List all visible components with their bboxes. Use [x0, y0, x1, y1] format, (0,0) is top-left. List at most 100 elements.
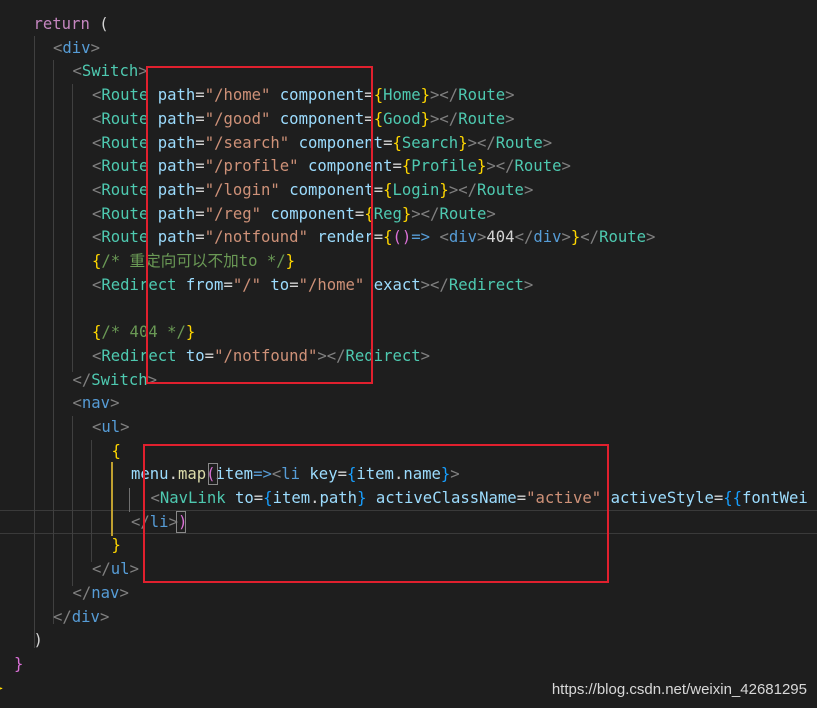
code-token: >	[542, 133, 553, 152]
code-token: }	[0, 679, 4, 697]
code-token: Route	[101, 180, 149, 199]
line-nav-close: </nav>	[73, 581, 129, 605]
code-token: =>	[411, 228, 431, 247]
indent-guide	[34, 36, 35, 648]
code-token: </	[514, 228, 534, 247]
code-token: ></	[486, 157, 515, 176]
line-switch-open: <Switch>	[73, 59, 148, 83]
code-token: <	[92, 180, 102, 199]
indent-guide	[72, 416, 73, 586]
code-token: >	[561, 157, 571, 176]
code-token: <	[92, 109, 102, 128]
code-token: (	[89, 15, 109, 33]
code-token: {	[92, 252, 102, 270]
code-token: </	[72, 583, 92, 602]
code-token: Route	[599, 228, 647, 247]
code-token: Profile	[411, 157, 477, 176]
code-token: >	[90, 38, 100, 57]
code-token: activeStyle	[610, 489, 714, 507]
code-token: Route	[101, 157, 149, 176]
code-token: </	[92, 560, 111, 579]
code-token: >	[523, 275, 534, 294]
code-token: div	[533, 228, 562, 247]
code-token: Search	[401, 133, 459, 152]
code-token: 404	[486, 228, 515, 247]
code-token: Reg	[373, 204, 402, 223]
code-token: Route	[458, 109, 506, 128]
code-token: >	[505, 86, 515, 105]
code-token: }	[439, 180, 449, 199]
line-brace-close: }	[112, 533, 121, 557]
code-token: <	[92, 275, 102, 294]
line-fn-brace-close: }	[14, 652, 23, 676]
code-token: ></	[448, 180, 477, 199]
code-token: ul	[101, 417, 121, 436]
line-nav-open: <nav>	[73, 391, 120, 415]
code-token: div	[62, 38, 91, 57]
code-token: ></	[411, 204, 440, 223]
code-token: ></	[420, 275, 449, 294]
code-token: >	[120, 417, 130, 436]
line-switch-close: </Switch>	[73, 368, 158, 392]
code-token: Switch	[91, 370, 148, 389]
code-token: <	[92, 417, 102, 436]
code-token: >	[99, 607, 110, 626]
code-token: )	[33, 631, 43, 650]
code-token: <	[92, 86, 102, 105]
indent-guide	[91, 440, 92, 562]
code-token: {	[373, 86, 384, 105]
code-token: {	[401, 157, 412, 176]
code-token: exact	[373, 275, 421, 294]
annotation-box-routes	[146, 66, 373, 384]
code-token: }	[458, 133, 468, 152]
code-token: }	[420, 86, 431, 105]
code-token: Route	[476, 180, 524, 199]
code-token: >	[486, 204, 496, 223]
code-token: =	[373, 180, 384, 199]
indent-guide-active	[129, 488, 130, 512]
code-token: Login	[392, 180, 440, 199]
code-token: >	[110, 394, 120, 413]
code-token: <	[439, 228, 449, 247]
code-token: ></	[467, 133, 496, 152]
code-editor[interactable]: return (<div> <Switch> <Route path="/home"…	[0, 0, 817, 708]
code-token: ul	[110, 560, 130, 579]
code-token: ()	[392, 228, 412, 247]
code-token: >	[129, 560, 139, 579]
code-token: }	[570, 228, 581, 247]
code-token: <	[92, 133, 102, 152]
code-token: Route	[458, 86, 506, 105]
code-token: ></	[430, 86, 459, 105]
code-token: {	[111, 441, 121, 460]
code-token: Home	[383, 86, 421, 105]
code-token: fontWei	[742, 489, 808, 507]
code-token: return	[33, 15, 90, 33]
code-token: Route	[101, 133, 149, 152]
code-token: Route	[495, 133, 543, 152]
code-token: Good	[383, 109, 421, 128]
code-token: Route	[101, 86, 149, 105]
code-token: {	[392, 133, 402, 152]
code-token: >	[477, 228, 487, 247]
line-ul-open: <ul>	[92, 415, 130, 439]
line-paren-close: )	[34, 628, 43, 652]
code-token: =	[713, 489, 724, 507]
code-token: >	[523, 180, 534, 199]
code-token: <	[92, 228, 102, 247]
line-div-open: <div>	[53, 36, 100, 60]
line-outer-brace-close: }	[0, 676, 4, 700]
code-token: =	[373, 228, 384, 247]
code-token: </	[72, 370, 92, 389]
code-token: =	[392, 157, 402, 176]
code-token: ></	[430, 109, 459, 128]
code-token: Route	[514, 157, 562, 176]
line-brace-open: {	[112, 439, 121, 463]
code-token: Route	[101, 109, 149, 128]
code-token: <	[72, 394, 82, 413]
code-token: <	[72, 62, 82, 81]
code-token: Route	[101, 204, 149, 223]
code-token: >	[561, 228, 571, 247]
code-token: >	[505, 109, 515, 128]
indent-guide	[72, 84, 73, 372]
code-token: </	[580, 228, 600, 247]
